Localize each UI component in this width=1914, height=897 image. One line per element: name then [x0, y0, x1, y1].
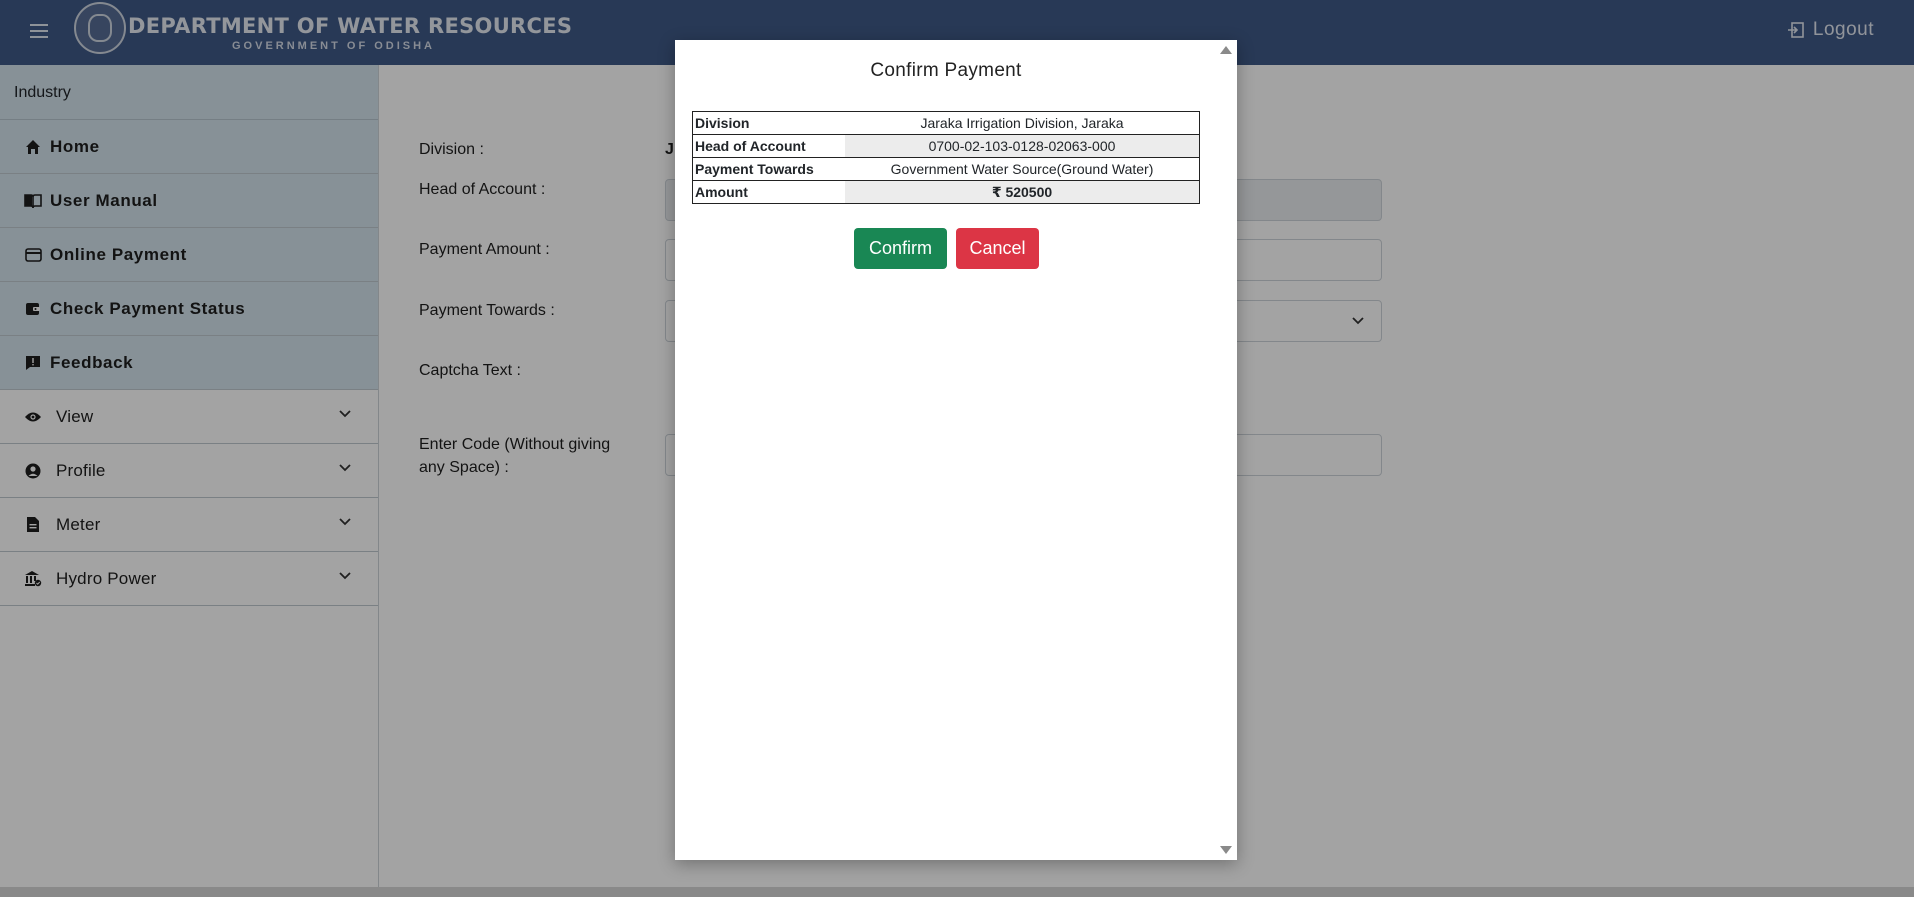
summary-key: Division	[692, 111, 845, 135]
dialog-title: Confirm Payment	[870, 60, 1022, 81]
cancel-button[interactable]: Cancel	[956, 228, 1039, 269]
table-row: Amount ₹ 520500	[692, 180, 1200, 204]
confirm-payment-dialog: Confirm Payment Division Jaraka Irrigati…	[675, 40, 1237, 860]
scroll-down-arrow-icon[interactable]	[1220, 846, 1232, 854]
summary-key: Payment Towards	[692, 157, 845, 181]
summary-value: Government Water Source(Ground Water)	[845, 157, 1200, 181]
payment-summary-table: Division Jaraka Irrigation Division, Jar…	[692, 111, 1200, 204]
summary-amount-value: ₹ 520500	[845, 180, 1200, 204]
table-row: Payment Towards Government Water Source(…	[692, 157, 1200, 181]
summary-key: Amount	[692, 180, 845, 204]
summary-key: Head of Account	[692, 134, 845, 158]
table-row: Head of Account 0700-02-103-0128-02063-0…	[692, 134, 1200, 158]
summary-value: 0700-02-103-0128-02063-000	[845, 134, 1200, 158]
table-row: Division Jaraka Irrigation Division, Jar…	[692, 111, 1200, 135]
summary-value: Jaraka Irrigation Division, Jaraka	[845, 111, 1200, 135]
scroll-up-arrow-icon[interactable]	[1220, 46, 1232, 54]
confirm-button[interactable]: Confirm	[854, 228, 947, 269]
